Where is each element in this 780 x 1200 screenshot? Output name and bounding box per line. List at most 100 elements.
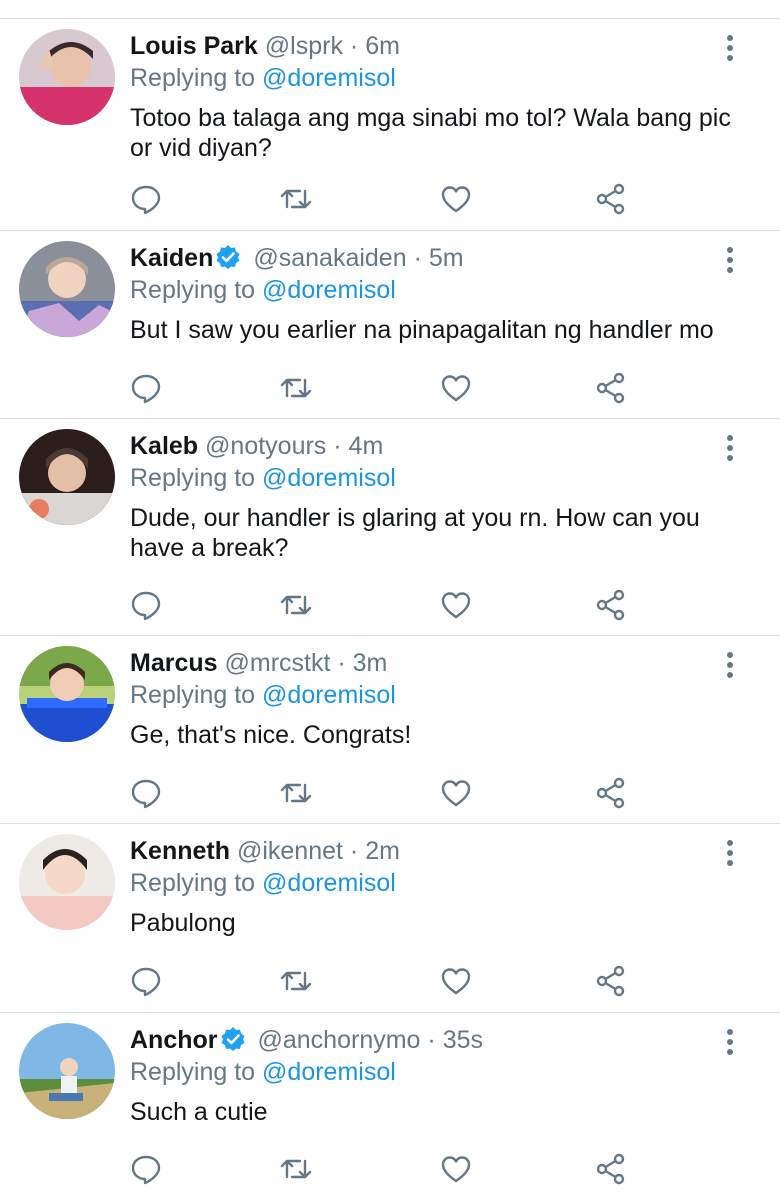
replying-to: Replying to @doremisol xyxy=(130,868,396,898)
separator-dot: · xyxy=(349,32,359,60)
display-name[interactable]: Kaiden xyxy=(130,244,213,272)
share-button[interactable] xyxy=(595,589,627,621)
display-name[interactable]: Kenneth xyxy=(130,837,230,865)
tweet-card[interactable]: Louis Park @lsprk · 6m Replying to @dore… xyxy=(0,19,780,231)
share-button[interactable] xyxy=(595,183,627,215)
share-button[interactable] xyxy=(595,372,627,404)
reply-button[interactable] xyxy=(130,589,162,621)
tweet-card[interactable]: Marcus @mrcstkt · 3m Replying to @doremi… xyxy=(0,636,780,824)
user-handle[interactable]: @anchornymo xyxy=(258,1026,421,1054)
retweet-button[interactable] xyxy=(280,589,312,621)
timestamp[interactable]: 4m xyxy=(349,432,384,460)
tweet-text: Totoo ba talaga ang mga sinabi mo tol? W… xyxy=(130,104,731,162)
retweet-button[interactable] xyxy=(280,965,312,997)
replying-to: Replying to @doremisol xyxy=(130,275,396,305)
user-handle[interactable]: @sanakaiden xyxy=(253,244,406,272)
more-vertical-icon[interactable] xyxy=(718,245,742,275)
more-vertical-icon[interactable] xyxy=(718,1027,742,1057)
like-button[interactable] xyxy=(440,777,472,809)
tweet-actions xyxy=(130,183,630,215)
replying-to: Replying to @doremisol xyxy=(130,63,396,93)
heart-icon xyxy=(441,375,471,402)
mention-link[interactable]: @doremisol xyxy=(262,64,396,92)
tweet-actions xyxy=(130,965,630,997)
display-name[interactable]: Marcus xyxy=(130,649,218,677)
tweet-card[interactable]: Anchor @anchornymo · 35s Replying to @dor… xyxy=(0,1013,780,1200)
timestamp[interactable]: 5m xyxy=(429,244,464,272)
verified-badge-icon xyxy=(221,1027,244,1051)
avatar[interactable] xyxy=(19,646,115,742)
more-vertical-icon[interactable] xyxy=(718,33,742,63)
tweet-header: Kaleb @notyours · 4m xyxy=(130,431,383,461)
tweet-card[interactable]: Kaiden @sanakaiden · 5m Replying to @dore… xyxy=(0,231,780,419)
avatar[interactable] xyxy=(19,429,115,525)
user-handle[interactable]: @notyours xyxy=(205,432,326,460)
like-button[interactable] xyxy=(440,589,472,621)
heart-icon xyxy=(441,780,471,807)
reply-button[interactable] xyxy=(130,965,162,997)
separator-dot: · xyxy=(349,837,359,865)
tweet-text: But I saw you earlier na pinapagalitan n… xyxy=(130,316,714,344)
retweet-button[interactable] xyxy=(280,372,312,404)
tweet-card[interactable]: Kaleb @notyours · 4m Replying to @doremi… xyxy=(0,419,780,636)
mention-link[interactable]: @doremisol xyxy=(262,869,396,897)
tweet-header: Anchor @anchornymo · 35s xyxy=(130,1025,483,1055)
retweet-button[interactable] xyxy=(280,777,312,809)
like-button[interactable] xyxy=(440,965,472,997)
tweet-actions xyxy=(130,589,630,621)
avatar[interactable] xyxy=(19,834,115,930)
timestamp[interactable]: 3m xyxy=(353,649,388,677)
avatar[interactable] xyxy=(19,29,115,125)
reply-button[interactable] xyxy=(130,777,162,809)
user-handle[interactable]: @ikennet xyxy=(237,837,343,865)
separator-dot: · xyxy=(413,244,422,272)
avatar[interactable] xyxy=(19,241,115,337)
user-handle[interactable]: @mrcstkt xyxy=(225,649,331,677)
tweet-card[interactable]: Kenneth @ikennet · 2m Replying to @dorem… xyxy=(0,824,780,1013)
tweet-header: Kenneth @ikennet · 2m xyxy=(130,836,400,866)
heart-icon xyxy=(441,968,471,995)
mention-link[interactable]: @doremisol xyxy=(262,276,396,304)
more-vertical-icon[interactable] xyxy=(718,650,742,680)
display-name[interactable]: Kaleb xyxy=(130,432,198,460)
share-button[interactable] xyxy=(595,777,627,809)
display-name[interactable]: Louis Park xyxy=(130,32,258,60)
timestamp[interactable]: 6m xyxy=(365,32,400,60)
timestamp[interactable]: 35s xyxy=(443,1026,483,1054)
reply-button[interactable] xyxy=(130,372,162,404)
retweet-icon xyxy=(280,189,312,209)
reply-button[interactable] xyxy=(130,183,162,215)
share-icon xyxy=(596,589,625,621)
like-button[interactable] xyxy=(440,1153,472,1185)
share-icon xyxy=(596,183,625,215)
mention-link[interactable]: @doremisol xyxy=(262,1058,396,1086)
reply-icon xyxy=(131,967,161,997)
like-button[interactable] xyxy=(440,183,472,215)
replying-to-label: Replying to xyxy=(130,276,256,304)
retweet-icon xyxy=(280,378,312,398)
mention-link[interactable]: @doremisol xyxy=(262,681,396,709)
replying-to: Replying to @doremisol xyxy=(130,680,396,710)
tweet-text: Pabulong xyxy=(130,909,236,937)
more-vertical-icon[interactable] xyxy=(718,433,742,463)
retweet-icon xyxy=(280,595,312,615)
tweet-actions xyxy=(130,777,630,809)
share-button[interactable] xyxy=(595,1153,627,1185)
mention-link[interactable]: @doremisol xyxy=(262,464,396,492)
heart-icon xyxy=(441,1156,471,1183)
timestamp[interactable]: 2m xyxy=(365,837,400,865)
verified-badge-icon xyxy=(216,245,240,269)
avatar[interactable] xyxy=(19,1023,115,1119)
reply-button[interactable] xyxy=(130,1153,162,1185)
reply-icon xyxy=(131,591,161,621)
separator-dot: · xyxy=(333,432,342,460)
like-button[interactable] xyxy=(440,372,472,404)
user-handle[interactable]: @lsprk xyxy=(265,32,343,60)
share-button[interactable] xyxy=(595,965,627,997)
display-name[interactable]: Anchor xyxy=(130,1026,218,1054)
retweet-button[interactable] xyxy=(280,1153,312,1185)
replying-to-label: Replying to xyxy=(130,681,256,709)
retweet-button[interactable] xyxy=(280,183,312,215)
retweet-icon xyxy=(280,783,312,803)
more-vertical-icon[interactable] xyxy=(718,838,742,868)
